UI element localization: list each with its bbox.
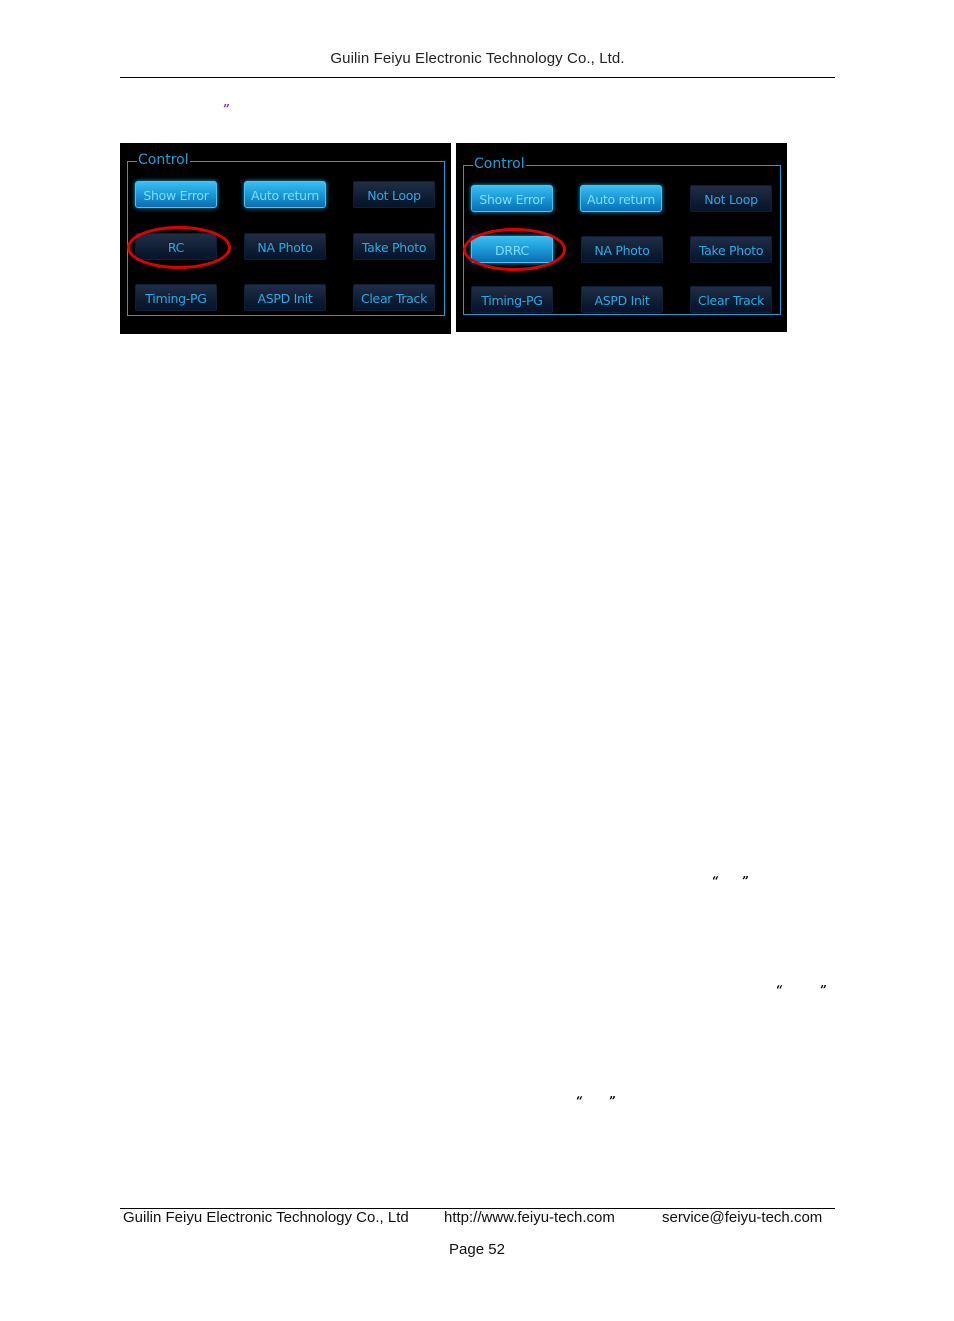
footer-company: Guilin Feiyu Electronic Technology Co., … [123, 1209, 409, 1226]
na-photo-button[interactable]: NA Photo [581, 236, 663, 263]
auto-return-button[interactable]: Auto return [580, 185, 662, 212]
clear-track-button[interactable]: Clear Track [690, 286, 772, 313]
timing-pg-button[interactable]: Timing-PG [471, 286, 553, 313]
take-photo-button[interactable]: Take Photo [690, 236, 772, 263]
footer-website-link[interactable]: http://www.feiyu-tech.com [444, 1209, 615, 1226]
footer: Guilin Feiyu Electronic Technology Co., … [123, 1209, 835, 1229]
control-group-title: Control [137, 151, 190, 169]
control-panel-screenshot-drrc: Control Show Error Auto return Not Loop … [456, 142, 787, 332]
intro-closing-quote: ” [223, 102, 230, 116]
control-panel-screenshot-rc: Control Show Error Auto return Not Loop … [120, 142, 451, 334]
not-loop-button[interactable]: Not Loop [353, 181, 435, 208]
timing-pg-button[interactable]: Timing-PG [135, 284, 217, 311]
close-quote-3: ” [609, 1094, 616, 1108]
rc-button[interactable]: RC [135, 233, 217, 260]
page-number: Page 52 [449, 1241, 505, 1258]
open-quote-3: “ [576, 1094, 583, 1108]
footer-email-link[interactable]: service@feiyu-tech.com [662, 1209, 822, 1226]
show-error-button[interactable]: Show Error [471, 185, 553, 212]
header-divider [120, 77, 835, 78]
open-quote-2: “ [776, 983, 783, 997]
take-photo-button[interactable]: Take Photo [353, 233, 435, 260]
auto-return-button[interactable]: Auto return [244, 181, 326, 208]
control-group-title: Control [473, 155, 526, 173]
clear-track-button[interactable]: Clear Track [353, 284, 435, 311]
close-quote-1: ” [742, 874, 749, 888]
show-error-button[interactable]: Show Error [135, 181, 217, 208]
open-quote-1: “ [712, 874, 719, 888]
na-photo-button[interactable]: NA Photo [244, 233, 326, 260]
page-header-company: Guilin Feiyu Electronic Technology Co., … [330, 50, 625, 67]
aspd-init-button[interactable]: ASPD Init [581, 286, 663, 313]
not-loop-button[interactable]: Not Loop [690, 185, 772, 212]
drrc-button[interactable]: DRRC [471, 236, 553, 263]
close-quote-2: ” [820, 983, 827, 997]
aspd-init-button[interactable]: ASPD Init [244, 284, 326, 311]
